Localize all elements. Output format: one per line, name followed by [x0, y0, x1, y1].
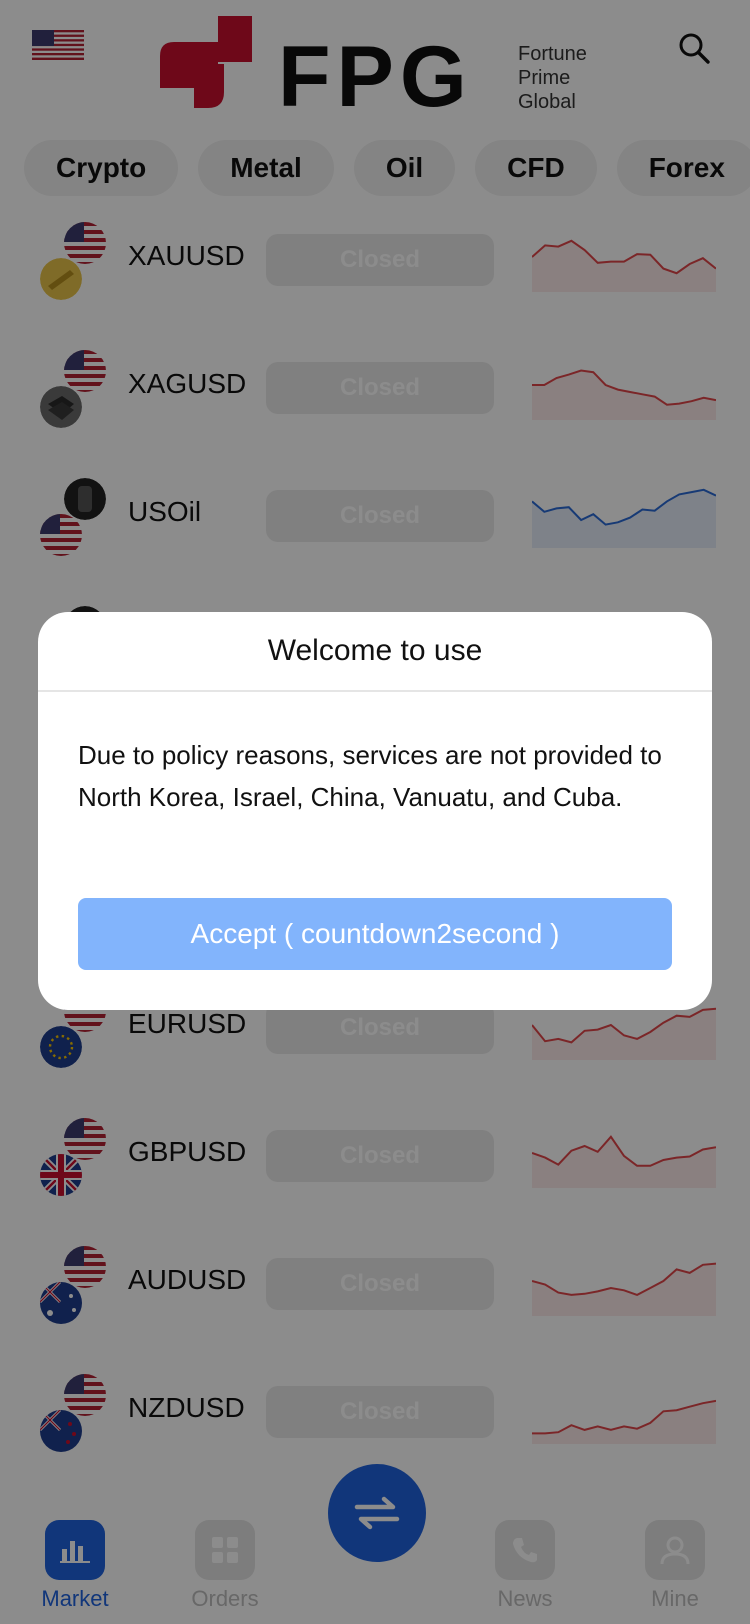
- welcome-dialog: Welcome to use Due to policy reasons, se…: [38, 612, 712, 1010]
- dialog-message: Due to policy reasons, services are not …: [78, 740, 662, 812]
- dialog-title: Welcome to use: [38, 612, 712, 692]
- accept-button[interactable]: Accept ( countdown2second ): [78, 898, 672, 970]
